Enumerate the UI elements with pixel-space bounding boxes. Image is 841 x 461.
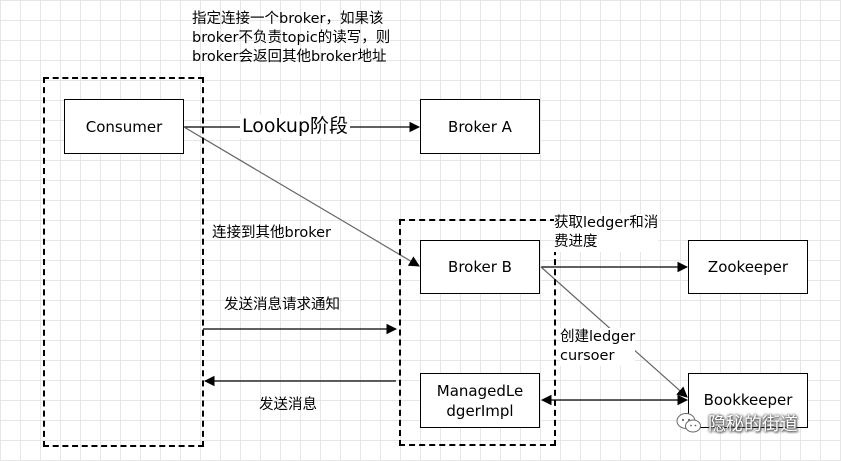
- wechat-icon: [676, 413, 701, 433]
- bookkeeper-label: Bookkeeper: [703, 391, 793, 409]
- broker-a-label: Broker A: [448, 117, 512, 136]
- send-message-label: 发送消息: [259, 397, 317, 413]
- broker-b-label: Broker B: [448, 258, 512, 276]
- zookeeper-node[interactable]: Zookeeper: [688, 240, 808, 294]
- managed-ledger-label: ManagedLe dgerImpl: [436, 381, 524, 420]
- edge-connect-other-broker: [183, 126, 420, 267]
- note-label: 指定连接一个broker，如果该 broker不负责topic的读写，则 bro…: [192, 11, 391, 65]
- consumer-node[interactable]: Consumer: [64, 99, 184, 154]
- watermark: 隐秘的街道: [676, 410, 798, 436]
- create-cursor-label: 创建ledger cursoer: [560, 328, 636, 366]
- broker-a-node[interactable]: Broker A: [420, 99, 540, 154]
- get-ledger-label: 获取ledger和消 费进度: [554, 214, 659, 252]
- consumer-label: Consumer: [85, 117, 163, 136]
- lookup-label: Lookup阶段: [240, 114, 351, 138]
- send-request-label: 发送消息请求通知: [224, 297, 340, 313]
- watermark-text: 隐秘的街道: [708, 414, 798, 435]
- diagram-canvas: Consumer Broker A Broker B Zookeeper Boo…: [0, 0, 841, 461]
- managed-ledger-node[interactable]: ManagedLe dgerImpl: [420, 373, 540, 428]
- zookeeper-label: Zookeeper: [707, 258, 789, 276]
- connect-other-label: 连接到其他broker: [212, 225, 331, 241]
- broker-b-node[interactable]: Broker B: [420, 240, 540, 294]
